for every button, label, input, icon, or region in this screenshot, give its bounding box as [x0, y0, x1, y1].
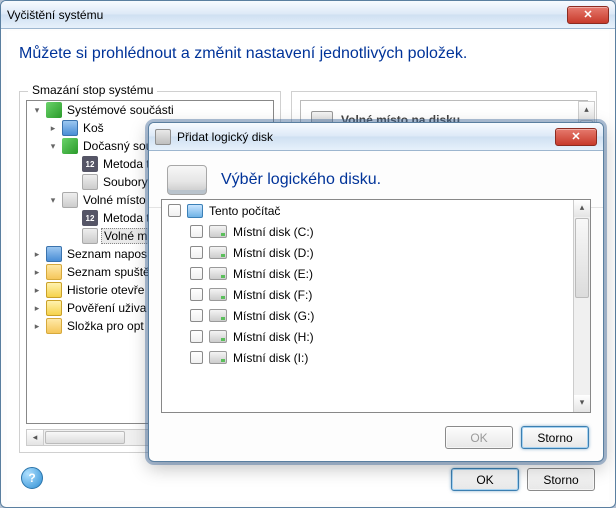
help-icon[interactable]: ? — [21, 467, 43, 489]
chevron-down-icon[interactable]: ▾ — [31, 105, 43, 116]
chevron-down-icon[interactable]: ▾ — [47, 141, 59, 152]
list-label: Místní disk (I:) — [233, 351, 308, 365]
method-icon: 12 — [82, 210, 98, 226]
tree-label: Koš — [81, 121, 106, 135]
tree-label: Historie otevře — [65, 283, 146, 297]
scroll-thumb[interactable] — [45, 431, 125, 444]
tree-node-system-components[interactable]: ▾ Systémové součásti — [27, 101, 273, 119]
disk-icon — [167, 165, 207, 195]
tree-group-label: Smazání stop systému — [28, 83, 157, 97]
tree-label: Seznam napos — [65, 247, 149, 261]
list-item-disk[interactable]: Místní disk (D:) — [162, 242, 573, 263]
history-icon — [46, 282, 62, 298]
ok-button[interactable]: OK — [445, 426, 513, 449]
checkbox[interactable] — [190, 267, 203, 280]
dialog-button-row: OK Storno — [445, 426, 589, 449]
checkbox[interactable] — [190, 309, 203, 322]
tree-label: Soubory — [101, 175, 150, 189]
scroll-up-icon[interactable]: ▴ — [579, 102, 594, 119]
folder-icon — [46, 264, 62, 280]
drive-icon — [209, 288, 227, 301]
scroll-up-icon[interactable]: ▴ — [574, 200, 590, 217]
checkbox[interactable] — [190, 225, 203, 238]
checkbox[interactable] — [190, 288, 203, 301]
dialog-titlebar[interactable]: Přidat logický disk ✕ — [149, 123, 603, 151]
list-icon — [46, 246, 62, 262]
list-item-computer[interactable]: Tento počítač — [162, 200, 573, 221]
list-label: Místní disk (G:) — [233, 309, 314, 323]
drive-icon — [209, 225, 227, 238]
list-item-disk[interactable]: Místní disk (I:) — [162, 347, 573, 368]
ok-button[interactable]: OK — [451, 468, 519, 491]
checkbox[interactable] — [168, 204, 181, 217]
checkbox[interactable] — [190, 246, 203, 259]
main-button-row: OK Storno — [451, 468, 595, 491]
list-label: Místní disk (F:) — [233, 288, 312, 302]
flag-icon — [46, 102, 62, 118]
drive-icon — [209, 351, 227, 364]
tree-label: Systémové součásti — [65, 103, 176, 117]
close-icon[interactable]: ✕ — [567, 6, 609, 24]
disk-list[interactable]: Tento počítač Místní disk (C:) Místní di… — [161, 199, 591, 413]
scroll-down-icon[interactable]: ▾ — [574, 395, 590, 412]
list-item-disk[interactable]: Místní disk (F:) — [162, 284, 573, 305]
drive-icon — [209, 246, 227, 259]
chevron-right-icon[interactable]: ▸ — [47, 123, 59, 134]
drive-icon — [209, 330, 227, 343]
list-label: Místní disk (C:) — [233, 225, 314, 239]
chevron-right-icon[interactable]: ▸ — [31, 249, 43, 260]
checkbox[interactable] — [190, 330, 203, 343]
method-icon: 12 — [82, 156, 98, 172]
tree-label: Seznam spuště — [65, 265, 152, 279]
folder-icon — [46, 318, 62, 334]
list-item-disk[interactable]: Místní disk (C:) — [162, 221, 573, 242]
dialog-headline: Výběr logického disku. — [221, 171, 381, 189]
scroll-thumb[interactable] — [575, 218, 589, 298]
main-headline: Můžete si prohlédnout a změnit nastavení… — [7, 31, 609, 75]
chevron-right-icon[interactable]: ▸ — [31, 285, 43, 296]
cancel-button[interactable]: Storno — [527, 468, 595, 491]
chevron-right-icon[interactable]: ▸ — [31, 303, 43, 314]
list-item-disk[interactable]: Místní disk (E:) — [162, 263, 573, 284]
computer-icon — [187, 204, 203, 218]
tree-label: Složka pro opt — [65, 319, 146, 333]
key-icon — [46, 300, 62, 316]
chevron-down-icon[interactable]: ▾ — [47, 195, 59, 206]
drive-icon — [209, 309, 227, 322]
chevron-right-icon[interactable]: ▸ — [31, 321, 43, 332]
main-titlebar[interactable]: Vyčištění systému ✕ — [1, 1, 615, 29]
disk-icon — [62, 192, 78, 208]
disk-icon — [155, 129, 171, 145]
files-icon — [82, 174, 98, 190]
disk-list-items: Tento počítač Místní disk (C:) Místní di… — [162, 200, 573, 412]
checkbox[interactable] — [190, 351, 203, 364]
main-title: Vyčištění systému — [7, 8, 567, 22]
dialog-title: Přidat logický disk — [177, 130, 555, 144]
add-disk-dialog: Přidat logický disk ✕ Výběr logického di… — [148, 122, 604, 462]
list-item-disk[interactable]: Místní disk (H:) — [162, 326, 573, 347]
tree-label: Pověření uživa — [65, 301, 148, 315]
tree-label: Volné místo n — [81, 193, 158, 207]
list-vertical-scrollbar[interactable]: ▴ ▾ — [573, 200, 590, 412]
list-label: Místní disk (E:) — [233, 267, 313, 281]
bin-icon — [62, 120, 78, 136]
cancel-button[interactable]: Storno — [521, 426, 589, 449]
close-icon[interactable]: ✕ — [555, 128, 597, 146]
list-label: Tento počítač — [209, 204, 280, 218]
disk-icon — [82, 228, 98, 244]
list-label: Místní disk (H:) — [233, 330, 314, 344]
chevron-right-icon[interactable]: ▸ — [31, 267, 43, 278]
flag-icon — [62, 138, 78, 154]
scroll-left-icon[interactable]: ◂ — [27, 430, 44, 445]
list-label: Místní disk (D:) — [233, 246, 314, 260]
list-item-disk[interactable]: Místní disk (G:) — [162, 305, 573, 326]
drive-icon — [209, 267, 227, 280]
